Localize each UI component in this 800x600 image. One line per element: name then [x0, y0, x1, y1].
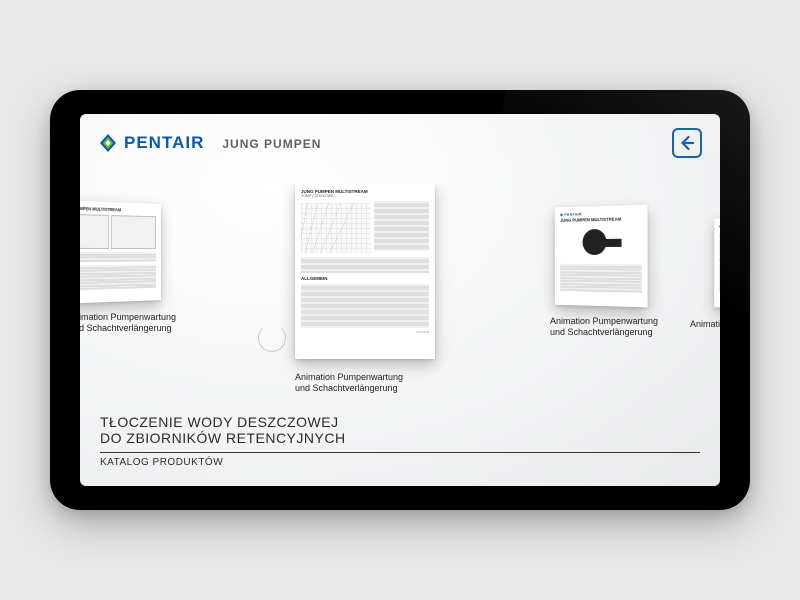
arrow-left-icon	[678, 134, 696, 152]
footer: Tłoczenie wody deszczowej do zbiorników …	[100, 414, 700, 468]
screen: PENTAIR JUNG PUMPEN JUNG PUMPEN MULTISTR…	[80, 114, 720, 486]
document-preview: JUNG PUMPEN MULTISTREAM	[80, 200, 161, 304]
section-subtitle: Katalog produktów	[100, 457, 700, 468]
document-carousel[interactable]: JUNG PUMPEN MULTISTREAM nimation Pumpenw…	[80, 184, 720, 404]
brand-name: PENTAIR	[124, 133, 204, 153]
document-card[interactable]: ◈ PENTAIR JUNG PUMPEN MULTISTREAM	[555, 205, 648, 308]
section-title: Tłoczenie wody deszczowej do zbiorników …	[100, 414, 700, 446]
back-button[interactable]	[672, 128, 702, 158]
document-preview: ◈	[714, 217, 720, 309]
document-caption: nimation Pumpenwartung nd Schachtverläng…	[80, 312, 176, 335]
brand-logo: PENTAIR	[98, 133, 204, 153]
document-preview: JUNG PUMPEN MULTISTREAM POMPY ŚCIEKOWE A…	[295, 184, 435, 359]
document-caption: Animation Pumpenwartung	[690, 319, 720, 330]
document-card[interactable]: ◈	[714, 217, 720, 309]
document-preview: ◈ PENTAIR JUNG PUMPEN MULTISTREAM	[555, 205, 648, 308]
document-caption: Animation Pumpenwartung und Schachtverlä…	[295, 372, 403, 395]
header: PENTAIR JUNG PUMPEN	[80, 114, 720, 166]
document-card[interactable]: JUNG PUMPEN MULTISTREAM POMPY ŚCIEKOWE A…	[295, 184, 435, 359]
document-card[interactable]: JUNG PUMPEN MULTISTREAM	[80, 200, 161, 304]
document-caption: Animation Pumpenwartung und Schachtverlä…	[550, 316, 658, 339]
tablet-frame: PENTAIR JUNG PUMPEN JUNG PUMPEN MULTISTR…	[50, 90, 750, 510]
loading-spinner-icon	[258, 324, 286, 352]
sub-brand: JUNG PUMPEN	[222, 137, 321, 151]
divider	[100, 452, 700, 453]
pentair-mark-icon	[98, 133, 118, 153]
